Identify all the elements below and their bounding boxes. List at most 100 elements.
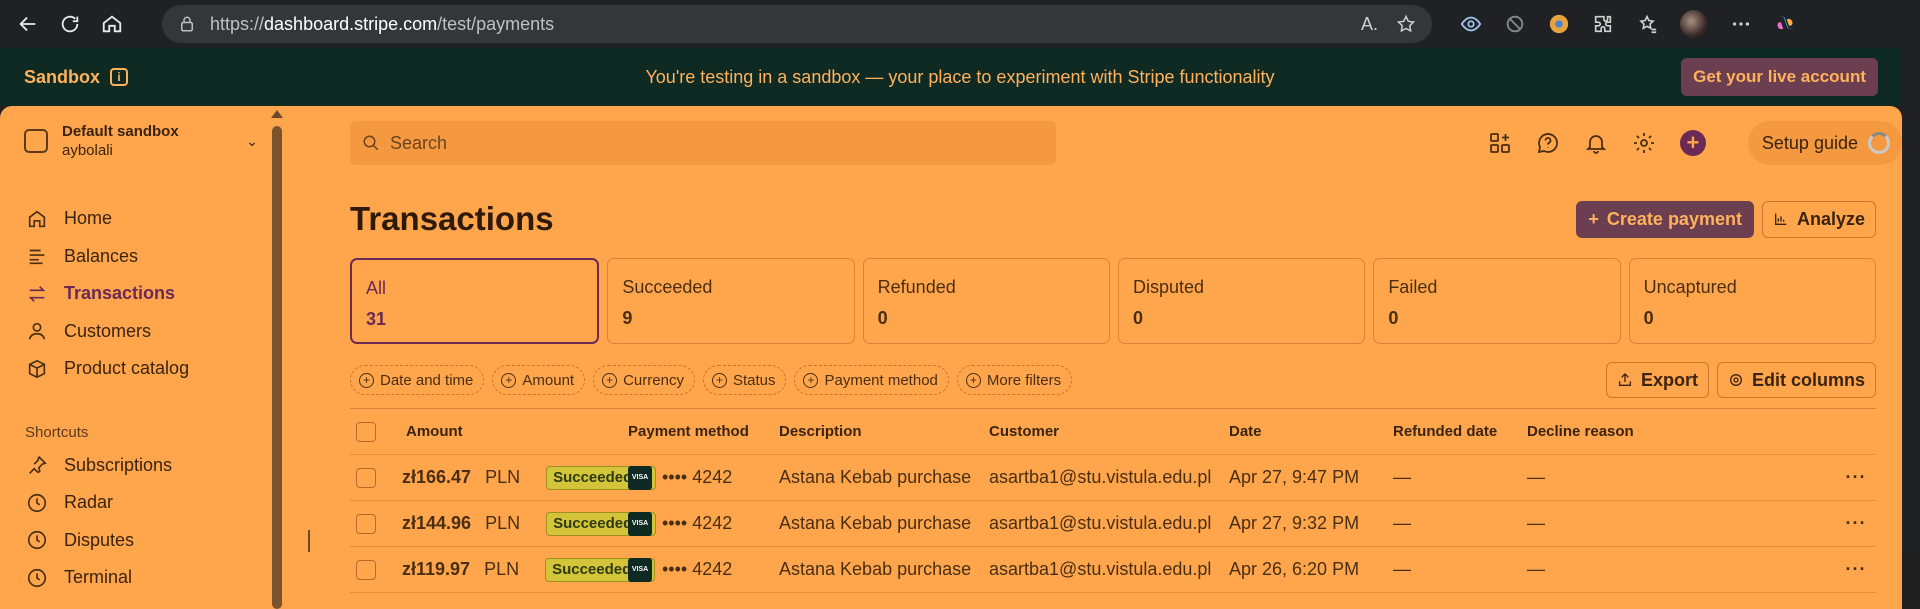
gear-icon [1729, 374, 1742, 386]
visa-card-icon: VISA [628, 557, 652, 582]
favorite-star-icon[interactable] [1396, 14, 1416, 34]
visa-card-icon: VISA [628, 465, 652, 490]
add-filter-icon: + [359, 372, 374, 388]
column-header-description[interactable]: Description [779, 423, 989, 440]
balances-icon [29, 249, 45, 265]
copilot-icon[interactable] [1774, 13, 1796, 35]
filter-currency[interactable]: + Currency [593, 365, 695, 395]
column-header-amount[interactable]: Amount [376, 423, 628, 440]
sidebar-item-transactions[interactable]: Transactions [0, 275, 282, 313]
url-text: https://dashboard.stripe.com/test/paymen… [210, 13, 555, 34]
sidebar-item-radar[interactable]: Radar [0, 484, 282, 522]
title-row: Transactions + Create payment Analyze [350, 200, 1876, 238]
analyze-button[interactable]: Analyze [1761, 200, 1876, 238]
row-more-icon[interactable]: ··· [1836, 559, 1876, 580]
info-icon[interactable]: i [110, 68, 129, 86]
filter-date-and-time[interactable]: + Date and time [350, 365, 485, 395]
setup-guide-button[interactable]: Setup guide [1747, 121, 1902, 165]
address-bar[interactable]: https://dashboard.stripe.com/test/paymen… [162, 5, 1432, 43]
sidebar-item-home[interactable]: Home [0, 200, 282, 238]
description: Astana Kebab purchase [779, 467, 972, 487]
decline-reason: — [1527, 467, 1545, 487]
row-more-icon[interactable]: ··· [1836, 467, 1876, 488]
column-header-payment-method[interactable]: Payment method [628, 423, 779, 440]
search-input[interactable]: Search [350, 121, 1056, 165]
export-button[interactable]: Export [1605, 362, 1709, 398]
table-row[interactable]: zł144.96 PLN Succeeded✓ VISA •••• 4242 A… [350, 501, 1876, 547]
chevron-down-icon[interactable]: ⌄ [246, 133, 258, 150]
export-icon [1618, 373, 1631, 386]
currency: PLN [485, 513, 521, 533]
back-icon[interactable] [12, 8, 44, 40]
visa-card-icon: VISA [628, 511, 652, 536]
sidebar-item-product-catalog[interactable]: Product catalog [0, 350, 282, 388]
filter-status[interactable]: + Status [702, 365, 787, 395]
description: Astana Kebab purchase [779, 559, 972, 579]
home-browser-icon[interactable] [96, 8, 128, 40]
row-checkbox[interactable] [356, 467, 376, 488]
profile-avatar[interactable] [1680, 10, 1708, 38]
filter-payment-method[interactable]: + Payment method [794, 365, 949, 395]
gear-icon[interactable] [1632, 131, 1656, 155]
table-row[interactable]: zł166.47 PLN Succeeded✓ VISA •••• 4242 A… [350, 455, 1876, 501]
row-checkbox[interactable] [356, 559, 376, 580]
sidebar-item-balances[interactable]: Balances [0, 238, 282, 276]
edit-columns-button[interactable]: Edit columns [1716, 362, 1876, 398]
refunded-date: — [1393, 467, 1411, 487]
column-header-decline-reason[interactable]: Decline reason [1527, 423, 1836, 440]
top-bar: Search + Setup guide [350, 120, 1902, 166]
add-filter-icon: + [803, 372, 819, 388]
tab-disputed[interactable]: Disputed 0 [1117, 258, 1366, 344]
filter-more-filters[interactable]: + More filters [956, 365, 1073, 395]
filter-amount[interactable]: + Amount [492, 365, 586, 395]
sidebar: Default sandbox aybolali ⌄ Home Balances… [0, 106, 283, 609]
card-last4: •••• 4242 [662, 513, 733, 533]
product-catalog-icon [28, 359, 46, 378]
help-icon[interactable] [1536, 131, 1560, 155]
row-checkbox[interactable] [356, 513, 376, 534]
row-more-icon[interactable]: ··· [1836, 513, 1876, 534]
get-live-account-button[interactable]: Get your live account [1681, 58, 1878, 96]
sidebar-item-customers[interactable]: Customers [0, 313, 282, 351]
sidebar-nav: Home Balances Transactions Customers Pro… [0, 200, 282, 597]
apps-grid-icon[interactable] [1488, 131, 1512, 155]
create-plus-icon[interactable]: + [1679, 130, 1706, 156]
tab-uncaptured[interactable]: Uncaptured 0 [1628, 258, 1876, 344]
sidebar-item-disputes[interactable]: Disputes [0, 522, 282, 560]
tab-succeeded[interactable]: Succeeded 9 [607, 258, 855, 344]
tracking-extension-icon[interactable] [1504, 13, 1526, 35]
tab-failed[interactable]: Failed 0 [1373, 258, 1621, 344]
tab-all[interactable]: All 31 [350, 258, 600, 344]
tab-refunded[interactable]: Refunded 0 [862, 258, 1110, 344]
filter-row: + Date and time + Amount + Currency + Status… [350, 362, 1876, 398]
customer-email: asartba1@stu.vistula.edu.pl [989, 513, 1212, 533]
sidebar-scrollbar[interactable] [270, 106, 283, 609]
select-all-checkbox[interactable] [356, 421, 376, 442]
chrome-extension-icon[interactable] [1548, 13, 1570, 35]
sidebar-item-subscriptions[interactable]: Subscriptions [0, 447, 282, 485]
customer-email: asartba1@stu.vistula.edu.pl [989, 559, 1212, 579]
create-payment-button[interactable]: + Create payment [1576, 200, 1754, 238]
column-header-customer[interactable]: Customer [989, 423, 1229, 440]
status-tabs: All 31 Succeeded 9 Refunded 0 Disputed 0… [350, 258, 1876, 344]
browser-toolbar: https://dashboard.stripe.com/test/paymen… [0, 0, 1920, 48]
column-header-date[interactable]: Date [1229, 423, 1393, 440]
bell-icon[interactable] [1584, 131, 1608, 155]
favorites-list-icon[interactable] [1636, 13, 1658, 35]
card-last4: •••• 4242 [662, 467, 733, 487]
extensions-puzzle-icon[interactable] [1592, 13, 1614, 35]
column-header-refunded-date[interactable]: Refunded date [1393, 423, 1527, 440]
scrollbar-thumb[interactable] [272, 126, 282, 609]
table-row[interactable]: zł119.97 PLN Succeeded✓ VISA •••• 4242 A… [350, 547, 1876, 593]
window-scrollbar[interactable] [1902, 0, 1920, 551]
account-switcher[interactable]: Default sandbox aybolali ⌄ [0, 122, 282, 160]
refunded-date: — [1393, 513, 1411, 533]
customers-icon [28, 323, 46, 340]
account-user: aybolali [62, 142, 113, 159]
more-menu-icon[interactable] [1730, 13, 1752, 35]
read-aloud-icon[interactable]: A. [1361, 14, 1378, 35]
sidebar-item-terminal[interactable]: Terminal [0, 559, 282, 597]
reload-icon[interactable] [54, 8, 86, 40]
eye-extension-icon[interactable] [1460, 13, 1482, 35]
account-name: Default sandbox [62, 123, 179, 140]
